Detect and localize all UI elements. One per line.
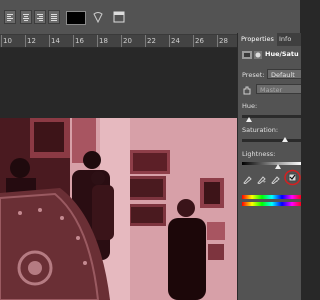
text-color-swatch[interactable] [66,11,86,25]
ruler-tick: 16 [75,37,84,45]
lightness-label: Lightness: [242,150,276,158]
panel-tabs: Properties Info [238,33,301,46]
eyedropper-minus-icon[interactable]: - [270,174,280,184]
saturation-label: Saturation: [242,126,279,134]
document-canvas[interactable] [0,48,237,300]
mask-icon[interactable] [254,51,262,59]
hue-slider-thumb[interactable] [246,117,252,122]
ruler-tick: 14 [51,37,60,45]
panel-title: Hue/Satu [265,50,299,58]
saturation-slider[interactable] [242,139,301,142]
saturation-slider-thumb[interactable] [282,137,288,142]
tab-properties[interactable]: Properties [238,33,277,46]
eyedropper-plus-icon[interactable]: + [256,174,266,184]
ruler-tick: 28 [219,37,228,45]
align-justify-icon[interactable] [48,10,60,24]
colorize-checkbox-icon[interactable] [284,169,301,186]
gallery-photo [0,118,237,300]
tab-info[interactable]: Info [276,33,294,46]
align-right-icon[interactable] [34,10,46,24]
ruler-tick: 18 [99,37,108,45]
hand-tool-icon[interactable] [242,85,252,95]
align-left-icon[interactable] [4,10,16,24]
options-bar [0,0,300,35]
hue-range-bar-bottom [242,202,301,206]
hue-range-bar-top [242,195,301,199]
hue-label: Hue: [242,102,258,110]
svg-text:+: + [262,179,266,184]
ruler-tick: 10 [3,37,12,45]
ruler-tick: 26 [195,37,204,45]
align-center-icon[interactable] [20,10,32,24]
adjustment-layer-icon [242,51,252,59]
ruler-tick: 22 [147,37,156,45]
ruler-tick: 20 [123,37,132,45]
preset-dropdown[interactable]: Default [267,69,301,79]
channel-dropdown[interactable]: Master [256,84,301,94]
lightness-slider-thumb[interactable] [275,164,281,169]
ruler-tick: 12 [27,37,36,45]
properties-panel: Properties Info Hue/Satu Preset: Default… [237,33,301,300]
eyedropper-icon[interactable] [242,174,252,184]
panels-icon[interactable] [112,10,126,24]
horizontal-ruler[interactable]: 10 12 14 16 18 20 22 24 26 28 [0,35,237,48]
svg-text:-: - [276,179,278,184]
lightness-slider[interactable] [242,162,301,165]
ruler-tick: 24 [171,37,180,45]
preset-label: Preset: [242,71,265,79]
warp-text-icon[interactable] [92,10,104,24]
